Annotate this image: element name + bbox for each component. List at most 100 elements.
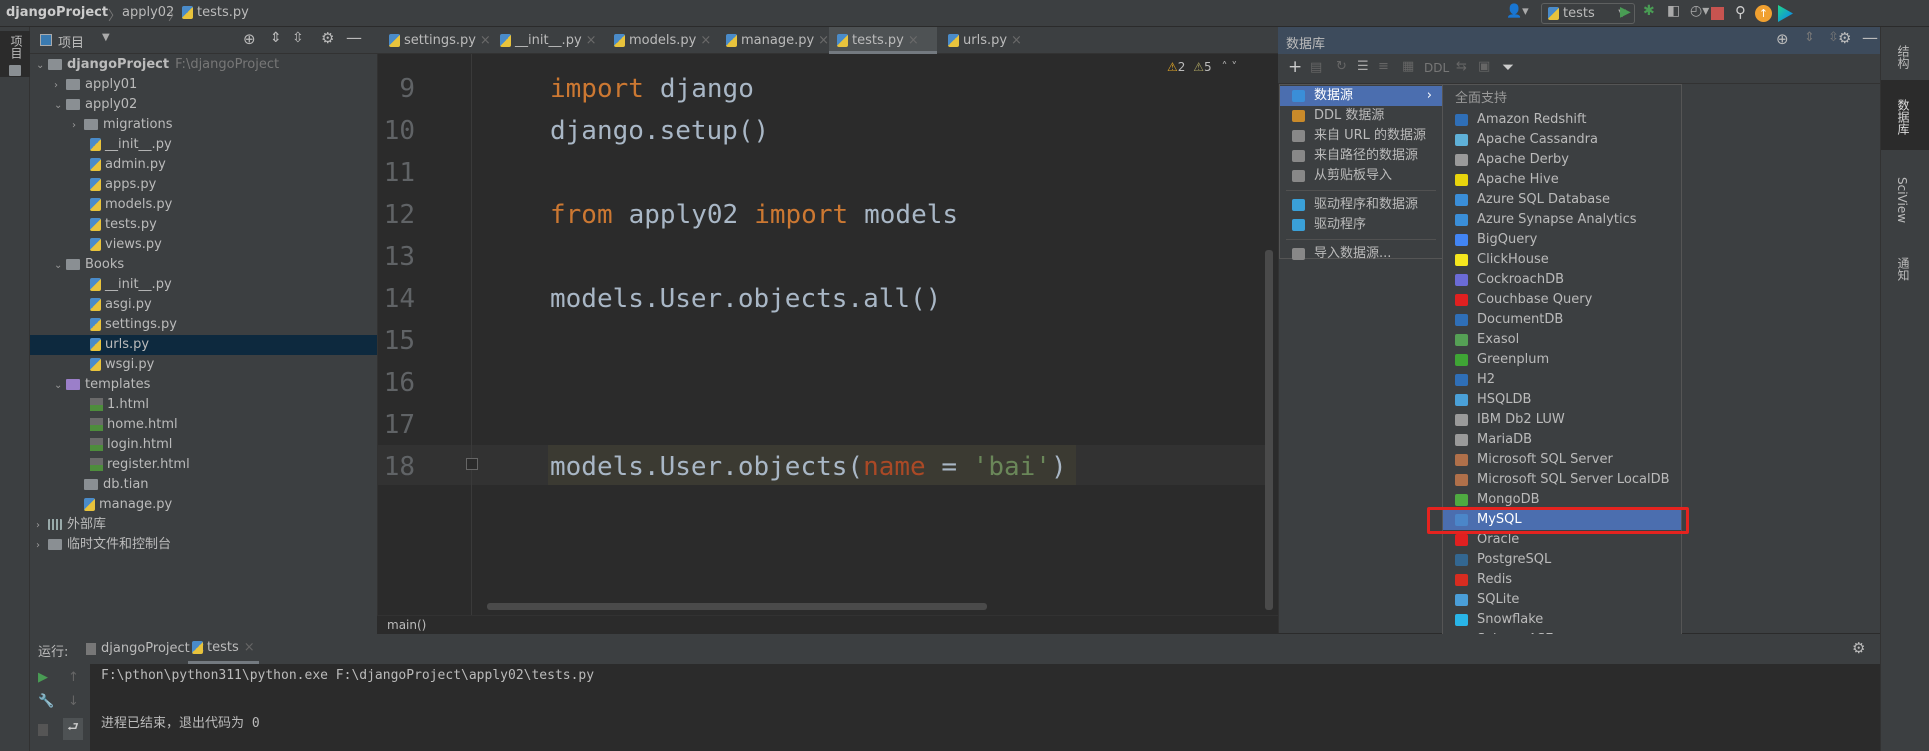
- code-line[interactable]: import django: [550, 74, 754, 104]
- tree-item[interactable]: › 外部库: [30, 515, 377, 535]
- project-tool-button[interactable]: 项目: [8, 35, 25, 59]
- chevron-down-icon[interactable]: ⌄: [36, 56, 48, 76]
- horizontal-scrollbar[interactable]: [487, 603, 987, 610]
- gear-icon[interactable]: ⚙: [1838, 29, 1851, 47]
- sciview-tool-button[interactable]: SciView: [1895, 177, 1909, 223]
- toolbox-icon[interactable]: [1778, 5, 1793, 22]
- soft-wrap-icon[interactable]: ⮐: [63, 718, 83, 740]
- tree-item[interactable]: __init__.py: [30, 135, 377, 155]
- locate-icon[interactable]: ⊕: [1776, 30, 1789, 48]
- notifications-tool-button[interactable]: 通知: [1895, 257, 1912, 281]
- add-menu-item[interactable]: 导入数据源...: [1280, 244, 1442, 264]
- data-source-item[interactable]: Microsoft SQL Server LocalDB: [1443, 470, 1681, 490]
- breadcrumb-file[interactable]: tests.py: [182, 5, 249, 20]
- chevron-down-icon[interactable]: ▼: [102, 32, 110, 43]
- tree-item[interactable]: __init__.py: [30, 275, 377, 295]
- add-menu-item[interactable]: 驱动程序和数据源: [1280, 195, 1442, 215]
- coverage-icon[interactable]: ◧: [1667, 3, 1680, 19]
- close-tab-icon[interactable]: ×: [1011, 33, 1022, 48]
- jump-icon[interactable]: ⇆: [1456, 59, 1467, 74]
- chevron-down-icon[interactable]: ⌄: [54, 96, 66, 116]
- tree-item[interactable]: ⌄ djangoProject F:\djangoProject: [30, 55, 377, 75]
- data-source-item[interactable]: SQLite: [1443, 590, 1681, 610]
- data-source-item[interactable]: Amazon Redshift: [1443, 110, 1681, 130]
- editor-tab[interactable]: manage.py ×: [718, 27, 829, 54]
- settings-wrench-icon[interactable]: 🔧: [38, 694, 54, 709]
- tree-item[interactable]: apps.py: [30, 175, 377, 195]
- project-panel-title[interactable]: 项目: [58, 32, 84, 51]
- tree-item[interactable]: 1.html: [30, 395, 377, 415]
- vertical-scrollbar[interactable]: [1265, 250, 1273, 610]
- structure-tool-button[interactable]: 结构: [1895, 45, 1912, 69]
- ddl-button[interactable]: DDL: [1424, 61, 1449, 75]
- tree-item[interactable]: manage.py: [30, 495, 377, 515]
- tree-item[interactable]: models.py: [30, 195, 377, 215]
- editor-tab[interactable]: models.py ×: [606, 27, 716, 54]
- add-menu-item[interactable]: 数据源 ›: [1280, 86, 1442, 106]
- data-source-item[interactable]: Redis: [1443, 570, 1681, 590]
- console-icon[interactable]: ▣: [1478, 59, 1490, 74]
- close-tab-icon[interactable]: ×: [480, 33, 491, 48]
- chevron-right-icon[interactable]: ›: [36, 516, 48, 536]
- stop-icon[interactable]: [38, 724, 48, 736]
- disconnect-icon[interactable]: ≡: [1378, 59, 1389, 74]
- add-menu-item[interactable]: DDL 数据源: [1280, 106, 1442, 126]
- data-source-item[interactable]: MariaDB: [1443, 430, 1681, 450]
- database-tool-button[interactable]: 数据库: [1895, 99, 1912, 135]
- add-menu-item[interactable]: 来自路径的数据源: [1280, 146, 1442, 166]
- update-icon[interactable]: ↑: [1755, 5, 1772, 22]
- chevron-right-icon[interactable]: ›: [72, 116, 84, 136]
- close-tab-icon[interactable]: ×: [700, 33, 711, 48]
- down-icon[interactable]: ↓: [68, 694, 79, 709]
- editor-tab[interactable]: urls.py ×: [940, 27, 1030, 54]
- gear-icon[interactable]: ⚙: [321, 29, 334, 47]
- data-source-item[interactable]: Azure Synapse Analytics: [1443, 210, 1681, 230]
- tree-item[interactable]: login.html: [30, 435, 377, 455]
- up-icon[interactable]: ↑: [68, 670, 79, 685]
- properties-icon[interactable]: ☰: [1357, 59, 1369, 74]
- hide-icon[interactable]: —: [1862, 28, 1878, 47]
- tree-item[interactable]: › 临时文件和控制台: [30, 535, 377, 555]
- tree-item[interactable]: urls.py: [30, 335, 377, 355]
- data-source-item[interactable]: Exasol: [1443, 330, 1681, 350]
- user-icon[interactable]: 👤▾: [1506, 4, 1529, 19]
- fold-icon[interactable]: [466, 458, 478, 470]
- data-source-item[interactable]: Greenplum: [1443, 350, 1681, 370]
- tree-item[interactable]: › migrations: [30, 115, 377, 135]
- add-menu-item[interactable]: 从剪贴板导入: [1280, 166, 1442, 186]
- tree-item[interactable]: db.tian: [30, 475, 377, 495]
- tree-item[interactable]: settings.py: [30, 315, 377, 335]
- debug-icon[interactable]: ✱: [1643, 3, 1655, 19]
- data-source-item[interactable]: CockroachDB: [1443, 270, 1681, 290]
- locate-icon[interactable]: ⊕: [243, 30, 256, 48]
- tree-item[interactable]: wsgi.py: [30, 355, 377, 375]
- run-icon[interactable]: ▶: [1620, 4, 1631, 20]
- tree-item[interactable]: home.html: [30, 415, 377, 435]
- refresh-icon[interactable]: ↻: [1336, 59, 1347, 74]
- add-menu-item[interactable]: 来自 URL 的数据源: [1280, 126, 1442, 146]
- editor-tab[interactable]: __init__.py ×: [492, 27, 602, 54]
- tree-item[interactable]: ⌄ apply02: [30, 95, 377, 115]
- gear-icon[interactable]: ⚙: [1852, 639, 1865, 657]
- tree-item[interactable]: tests.py: [30, 215, 377, 235]
- tree-item[interactable]: admin.py: [30, 155, 377, 175]
- profile-icon[interactable]: ◴▾: [1690, 3, 1709, 19]
- tree-item[interactable]: asgi.py: [30, 295, 377, 315]
- tree-item[interactable]: register.html: [30, 455, 377, 475]
- expand-all-icon[interactable]: ⇕: [270, 30, 282, 46]
- filter-icon[interactable]: ⏷: [1502, 58, 1514, 76]
- code-line[interactable]: models.User.objects.all(): [550, 284, 941, 314]
- data-source-item[interactable]: BigQuery: [1443, 230, 1681, 250]
- code-line[interactable]: from apply02 import models: [550, 200, 958, 230]
- rerun-icon[interactable]: ▶: [38, 670, 48, 685]
- editor-tab[interactable]: tests.py ×: [829, 27, 937, 54]
- close-tab-icon[interactable]: ×: [586, 33, 597, 48]
- chevron-right-icon[interactable]: ›: [36, 536, 48, 556]
- copy-icon[interactable]: ▤: [1310, 60, 1322, 75]
- editor-tab[interactable]: settings.py ×: [381, 27, 491, 54]
- close-tab-icon[interactable]: ×: [908, 33, 919, 48]
- expand-all-icon[interactable]: ⇕: [1804, 30, 1815, 45]
- breadcrumb-project[interactable]: djangoProject: [6, 5, 108, 20]
- stop-icon[interactable]: [1711, 7, 1724, 20]
- breadcrumb-folder[interactable]: apply02: [122, 5, 174, 20]
